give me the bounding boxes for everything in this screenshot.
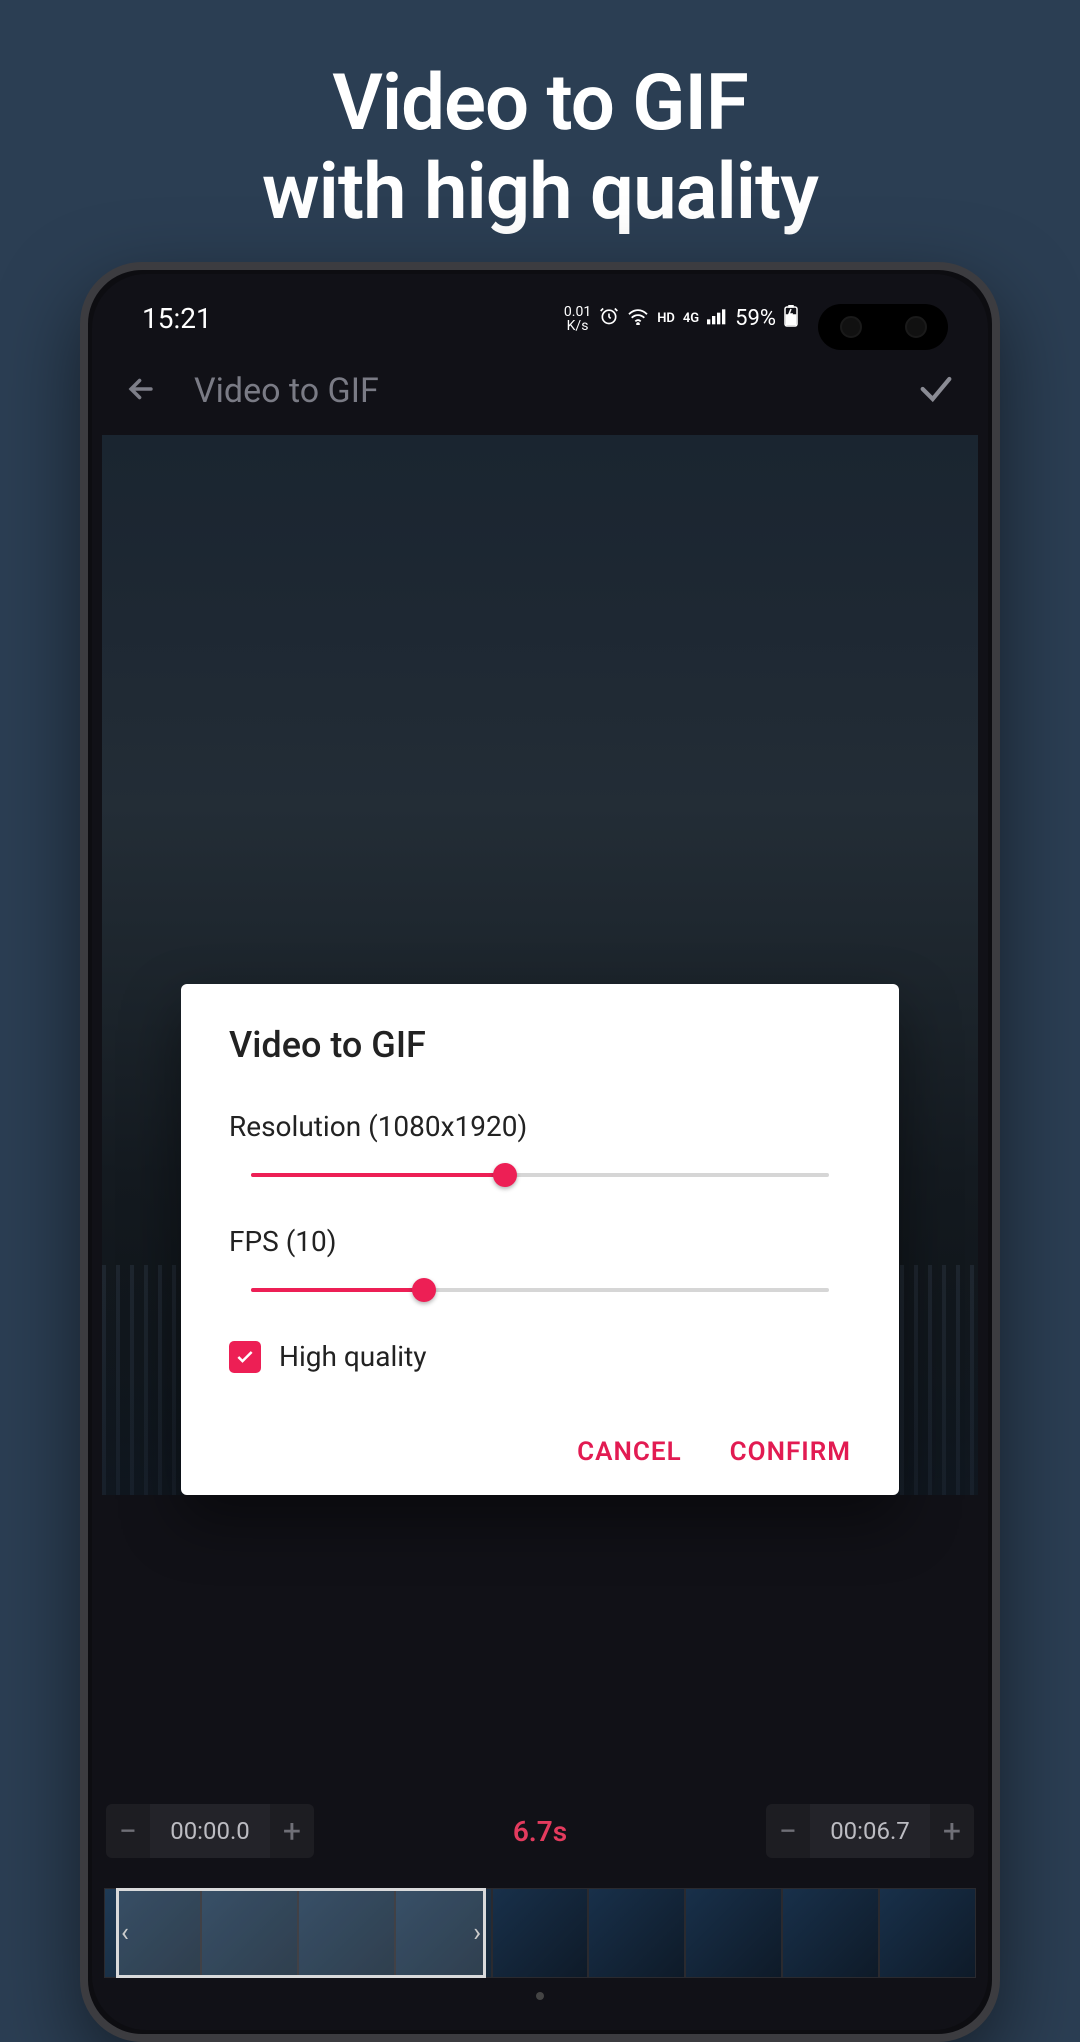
thumb-frame[interactable] xyxy=(685,1888,782,1978)
network-type: 4G xyxy=(683,312,699,325)
thumb-frame[interactable] xyxy=(492,1888,589,1978)
headline-line2: with high quality xyxy=(262,147,818,238)
resolution-label: Resolution (1080x1920) xyxy=(229,1110,851,1143)
fps-slider[interactable] xyxy=(251,1288,829,1292)
confirm-check-icon[interactable] xyxy=(916,369,956,413)
back-arrow-icon[interactable] xyxy=(124,372,158,410)
video-to-gif-dialog: Video to GIF Resolution (1080x1920) FPS … xyxy=(181,984,899,1495)
camera-cutout xyxy=(818,304,948,350)
signal-icon xyxy=(707,306,727,331)
end-minus-button[interactable]: − xyxy=(766,1804,810,1858)
confirm-button[interactable]: CONFIRM xyxy=(730,1437,851,1467)
end-time[interactable]: 00:06.7 xyxy=(810,1804,930,1858)
battery-icon xyxy=(784,305,798,333)
start-minus-button[interactable]: − xyxy=(106,1804,150,1858)
high-quality-checkbox[interactable] xyxy=(229,1341,261,1373)
cancel-button[interactable]: CANCEL xyxy=(577,1437,681,1467)
timeline-thumbnails[interactable]: ‹ › xyxy=(104,1888,976,1978)
status-icons: 0.01K/s HD 4G 59% xyxy=(564,305,798,333)
hd-indicator: HD xyxy=(657,312,675,325)
fps-label: FPS (10) xyxy=(229,1225,851,1258)
clip-duration: 6.7s xyxy=(513,1815,567,1848)
start-plus-button[interactable]: + xyxy=(270,1804,314,1858)
marketing-headline: Video to GIF with high quality xyxy=(0,0,1080,238)
headline-line1: Video to GIF xyxy=(332,58,748,149)
selection-range[interactable]: ‹ › xyxy=(116,1888,486,1978)
end-time-stepper: − 00:06.7 + xyxy=(766,1804,974,1858)
thumb-frame[interactable] xyxy=(588,1888,685,1978)
timeline-controls: − 00:00.0 + 6.7s − 00:06.7 + xyxy=(92,1804,988,1858)
resolution-slider[interactable] xyxy=(251,1173,829,1177)
net-speed: 0.01K/s xyxy=(564,305,591,333)
high-quality-label: High quality xyxy=(279,1340,426,1373)
app-bar: Video to GIF xyxy=(92,347,988,435)
alarm-icon xyxy=(599,306,619,332)
app-title: Video to GIF xyxy=(194,371,880,411)
battery-text: 59% xyxy=(735,306,776,331)
selection-handle-right-icon[interactable]: › xyxy=(473,1918,481,1948)
selection-handle-left-icon[interactable]: ‹ xyxy=(121,1918,129,1948)
slider-thumb[interactable] xyxy=(412,1278,436,1302)
high-quality-row[interactable]: High quality xyxy=(229,1340,851,1373)
nav-indicator xyxy=(536,1992,544,2000)
phone-screen: 15:21 0.01K/s HD 4G 59% xyxy=(92,274,988,2030)
status-time: 15:21 xyxy=(142,302,212,335)
thumb-frame[interactable] xyxy=(879,1888,976,1978)
slider-thumb[interactable] xyxy=(493,1163,517,1187)
start-time-stepper: − 00:00.0 + xyxy=(106,1804,314,1858)
thumb-frame[interactable] xyxy=(782,1888,879,1978)
dialog-title: Video to GIF xyxy=(229,1024,851,1066)
wifi-icon xyxy=(627,306,649,331)
start-time[interactable]: 00:00.0 xyxy=(150,1804,270,1858)
phone-mockup: 15:21 0.01K/s HD 4G 59% xyxy=(80,262,1000,2042)
end-plus-button[interactable]: + xyxy=(930,1804,974,1858)
dialog-actions: CANCEL CONFIRM xyxy=(229,1437,851,1467)
